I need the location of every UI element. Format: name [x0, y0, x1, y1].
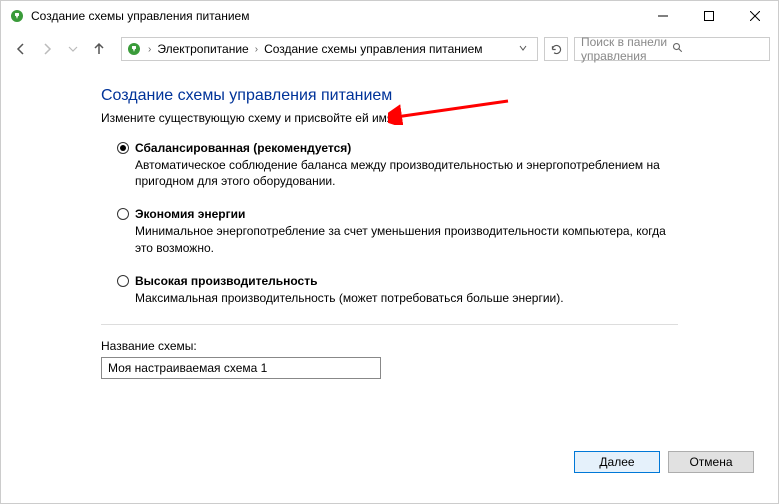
radio-balanced[interactable] [117, 142, 129, 154]
page-subtitle: Измените существующую схему и присвойте … [101, 111, 678, 125]
scheme-name-input[interactable] [101, 357, 381, 379]
plan-list: Сбалансированная (рекомендуется) Автомат… [101, 141, 678, 306]
window-controls [640, 1, 778, 31]
search-placeholder: Поиск в панели управления [581, 35, 672, 63]
chevron-right-icon[interactable]: › [146, 44, 153, 55]
plan-name: Экономия энергии [135, 207, 245, 221]
breadcrumb-item[interactable]: Создание схемы управления питанием [264, 42, 482, 56]
plan-desc: Автоматическое соблюдение баланса между … [135, 157, 678, 189]
plan-power-saver: Экономия энергии Минимальное энергопотре… [117, 207, 678, 255]
power-options-icon [126, 41, 142, 57]
plan-desc: Максимальная производительность (может п… [135, 290, 678, 306]
content-area: Создание схемы управления питанием Измен… [1, 67, 778, 399]
plan-high-performance: Высокая производительность Максимальная … [117, 274, 678, 306]
plan-radio-row[interactable]: Экономия энергии [117, 207, 678, 221]
radio-high-performance[interactable] [117, 275, 129, 287]
plan-balanced: Сбалансированная (рекомендуется) Автомат… [117, 141, 678, 189]
plan-radio-row[interactable]: Сбалансированная (рекомендуется) [117, 141, 678, 155]
breadcrumb[interactable]: › Электропитание › Создание схемы управл… [121, 37, 538, 61]
breadcrumb-item[interactable]: Электропитание [157, 42, 248, 56]
close-button[interactable] [732, 1, 778, 31]
back-button[interactable] [9, 37, 33, 61]
footer-buttons: Далее Отмена [574, 451, 754, 473]
search-icon [672, 42, 763, 57]
titlebar: Создание схемы управления питанием [1, 1, 778, 31]
plan-name: Сбалансированная (рекомендуется) [135, 141, 351, 155]
refresh-button[interactable] [544, 37, 568, 61]
plan-name: Высокая производительность [135, 274, 317, 288]
plan-desc: Минимальное энергопотребление за счет ум… [135, 223, 678, 255]
chevron-right-icon[interactable]: › [253, 44, 260, 55]
plan-radio-row[interactable]: Высокая производительность [117, 274, 678, 288]
breadcrumb-dropdown[interactable] [513, 44, 533, 55]
power-options-icon [9, 8, 25, 24]
navbar: › Электропитание › Создание схемы управл… [1, 31, 778, 67]
maximize-button[interactable] [686, 1, 732, 31]
recent-dropdown[interactable] [61, 37, 85, 61]
search-input[interactable]: Поиск в панели управления [574, 37, 770, 61]
page-title: Создание схемы управления питанием [101, 87, 678, 105]
next-button[interactable]: Далее [574, 451, 660, 473]
radio-power-saver[interactable] [117, 208, 129, 220]
scheme-name-label: Название схемы: [101, 339, 678, 353]
separator [101, 324, 678, 325]
cancel-button[interactable]: Отмена [668, 451, 754, 473]
up-button[interactable] [87, 37, 111, 61]
minimize-button[interactable] [640, 1, 686, 31]
forward-button[interactable] [35, 37, 59, 61]
window-title: Создание схемы управления питанием [31, 9, 640, 23]
